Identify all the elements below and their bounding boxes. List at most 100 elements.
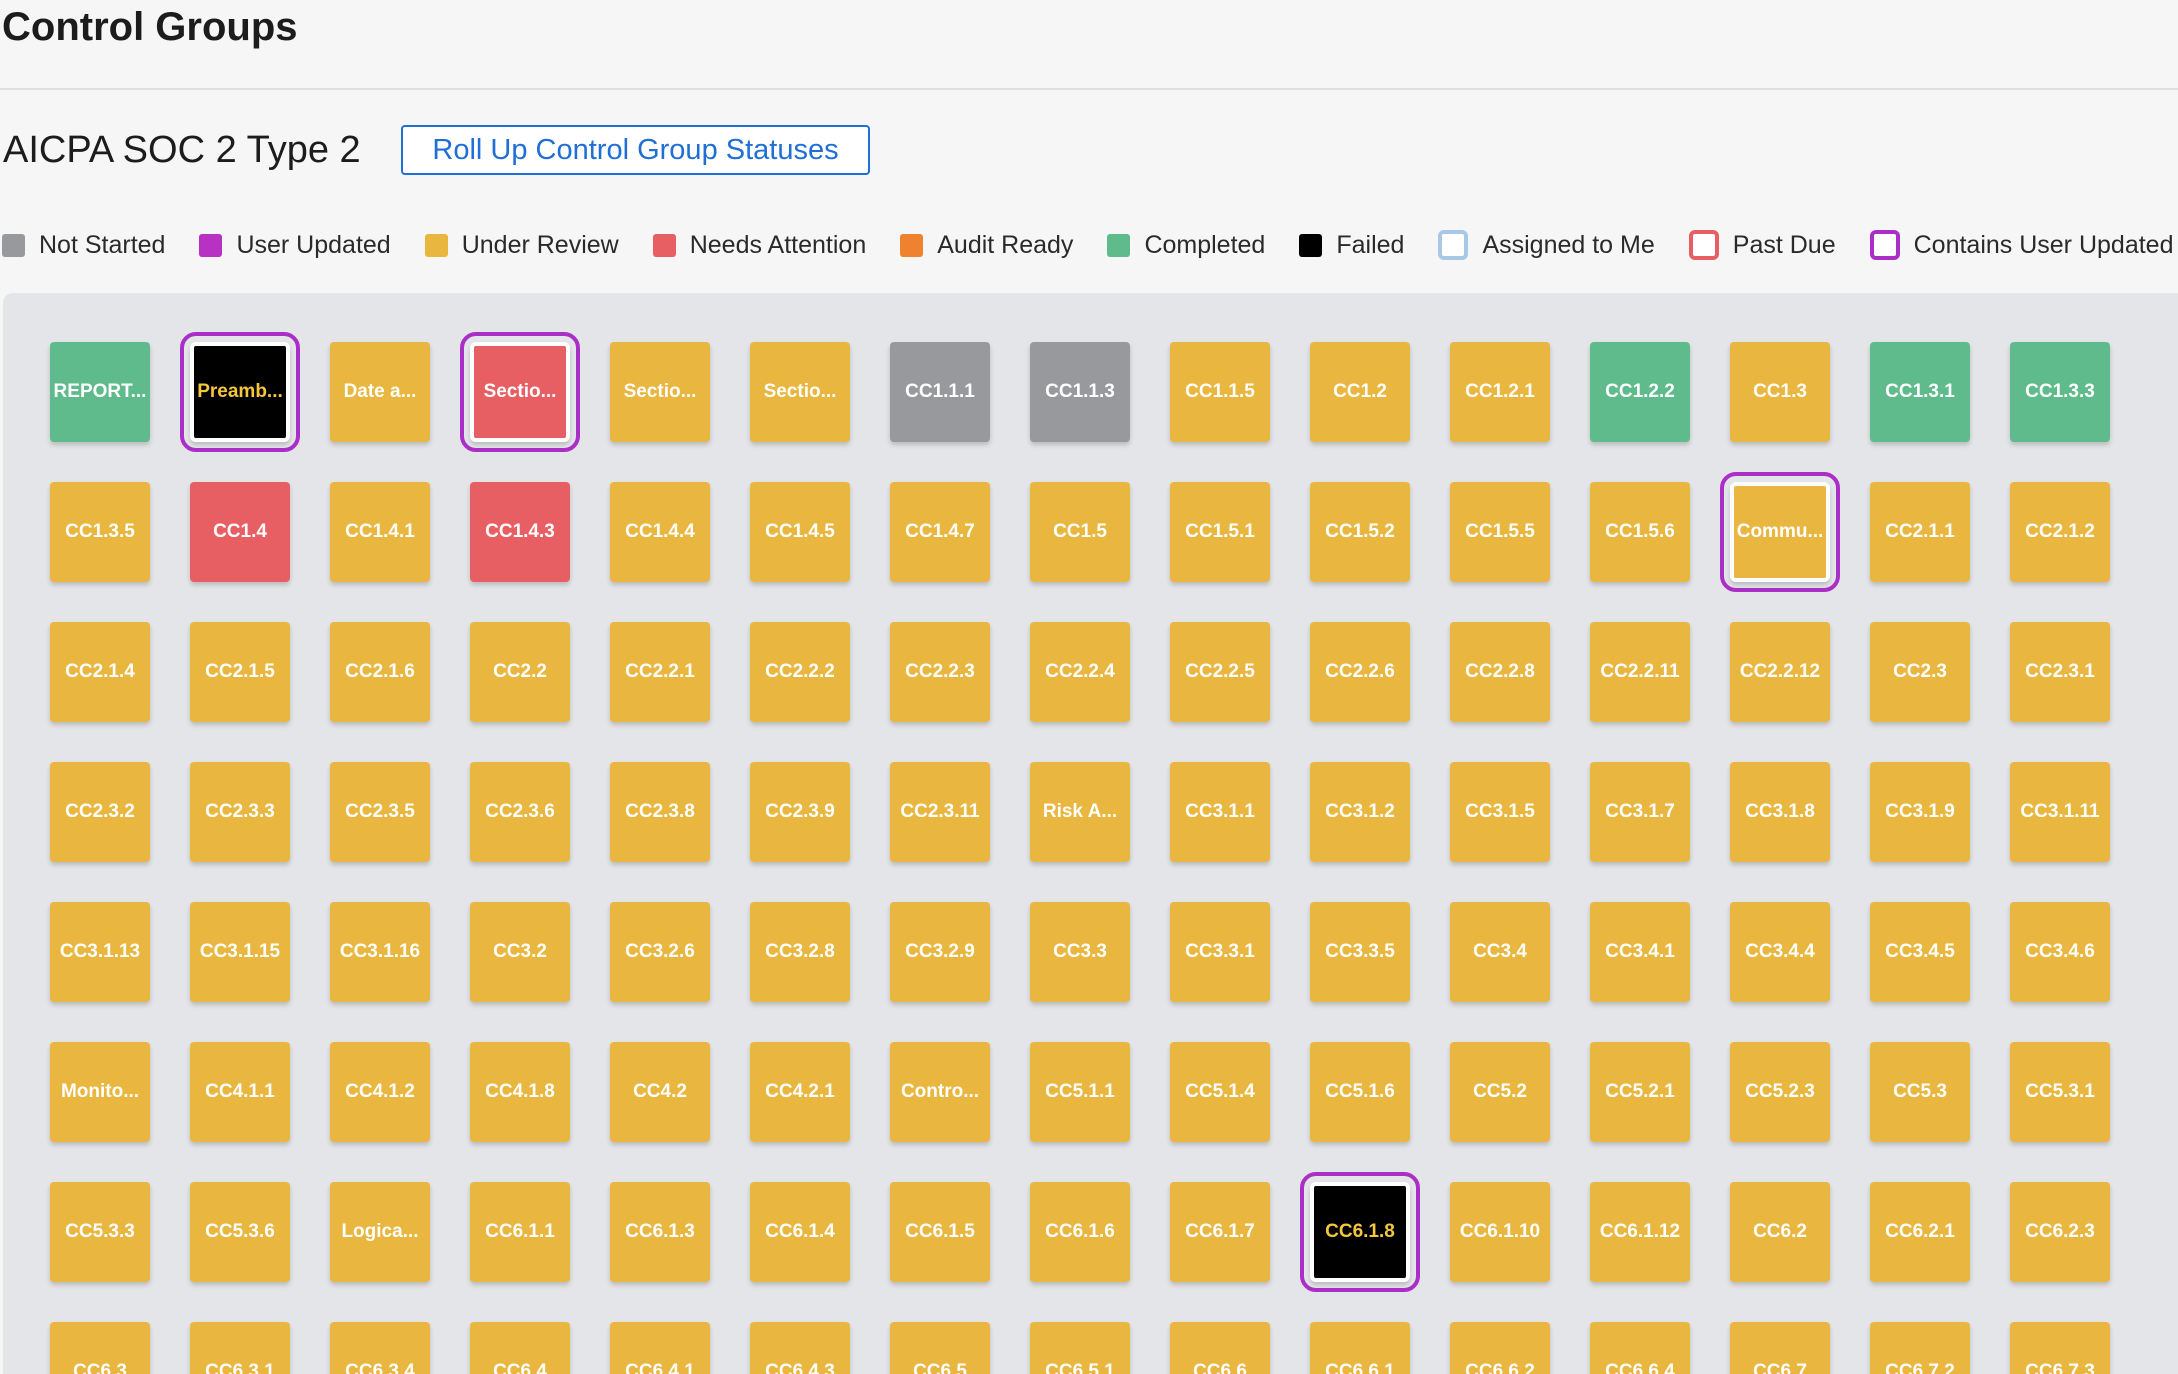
control-group-tile[interactable]: CC1.5.6 [1590,482,1690,582]
control-group-tile[interactable]: CC6.5.1 [1030,1322,1130,1374]
control-group-tile[interactable]: Contro... [890,1042,990,1142]
control-group-tile[interactable]: CC1.1.1 [890,342,990,442]
control-group-tile[interactable]: Preamb... [180,332,300,452]
control-group-tile[interactable]: CC6.1.8 [1300,1172,1420,1292]
control-group-tile[interactable]: CC6.6.2 [1450,1322,1550,1374]
control-group-tile[interactable]: CC3.1.9 [1870,762,1970,862]
control-group-tile[interactable]: CC2.2.6 [1310,622,1410,722]
control-group-tile[interactable]: CC6.1.1 [470,1182,570,1282]
control-group-tile[interactable]: CC6.1.5 [890,1182,990,1282]
control-group-tile[interactable]: CC1.4.7 [890,482,990,582]
control-group-tile[interactable]: REPORT... [50,342,150,442]
control-group-tile[interactable]: CC1.1.3 [1030,342,1130,442]
control-group-tile[interactable]: CC4.1.2 [330,1042,430,1142]
control-group-tile[interactable]: Commu... [1720,472,1840,592]
control-group-tile[interactable]: CC1.4.4 [610,482,710,582]
control-group-tile[interactable]: CC3.4.1 [1590,902,1690,1002]
control-group-tile[interactable]: CC3.1.8 [1730,762,1830,862]
control-group-tile[interactable]: CC2.3.1 [2010,622,2110,722]
control-group-tile[interactable]: CC6.3.1 [190,1322,290,1374]
control-group-tile[interactable]: CC5.3.3 [50,1182,150,1282]
control-group-tile[interactable]: CC2.2.8 [1450,622,1550,722]
roll-up-statuses-button[interactable]: Roll Up Control Group Statuses [401,125,870,175]
control-group-tile[interactable]: CC5.2.1 [1590,1042,1690,1142]
control-group-tile[interactable]: CC1.5 [1030,482,1130,582]
control-group-tile[interactable]: CC6.6 [1170,1322,1270,1374]
control-group-tile[interactable]: CC5.3.6 [190,1182,290,1282]
control-group-tile[interactable]: CC3.3.1 [1170,902,1270,1002]
control-group-tile[interactable]: CC1.3.3 [2010,342,2110,442]
control-group-tile[interactable]: CC2.2.4 [1030,622,1130,722]
control-group-tile[interactable]: CC6.5 [890,1322,990,1374]
control-group-tile[interactable]: CC2.1.5 [190,622,290,722]
control-group-tile[interactable]: CC1.4.1 [330,482,430,582]
control-group-tile[interactable]: CC6.1.7 [1170,1182,1270,1282]
control-group-tile[interactable]: CC6.4.3 [750,1322,850,1374]
control-group-tile[interactable]: CC2.3.9 [750,762,850,862]
control-group-tile[interactable]: CC3.4.6 [2010,902,2110,1002]
control-group-tile[interactable]: CC3.1.2 [1310,762,1410,862]
control-group-tile[interactable]: Monito... [50,1042,150,1142]
control-group-tile[interactable]: CC5.1.4 [1170,1042,1270,1142]
control-group-tile[interactable]: CC2.3 [1870,622,1970,722]
control-group-tile[interactable]: CC6.2.1 [1870,1182,1970,1282]
control-group-tile[interactable]: CC3.1.16 [330,902,430,1002]
control-group-tile[interactable]: CC1.4 [190,482,290,582]
control-group-tile[interactable]: CC5.1.1 [1030,1042,1130,1142]
control-group-tile[interactable]: CC3.4.5 [1870,902,1970,1002]
control-group-tile[interactable]: CC6.4.1 [610,1322,710,1374]
control-group-tile[interactable]: Sectio... [610,342,710,442]
control-group-tile[interactable]: CC5.3 [1870,1042,1970,1142]
control-group-tile[interactable]: CC2.2.2 [750,622,850,722]
control-group-tile[interactable]: CC6.1.10 [1450,1182,1550,1282]
control-group-tile[interactable]: CC5.1.6 [1310,1042,1410,1142]
control-group-tile[interactable]: CC2.2.1 [610,622,710,722]
control-group-tile[interactable]: CC1.4.5 [750,482,850,582]
control-group-tile[interactable]: CC1.5.5 [1450,482,1550,582]
control-group-tile[interactable]: CC1.4.3 [470,482,570,582]
control-group-tile[interactable]: CC3.1.13 [50,902,150,1002]
control-group-tile[interactable]: CC2.1.2 [2010,482,2110,582]
control-group-tile[interactable]: CC1.2.1 [1450,342,1550,442]
control-group-tile[interactable]: CC3.1.15 [190,902,290,1002]
control-group-tile[interactable]: CC1.5.2 [1310,482,1410,582]
control-group-tile[interactable]: CC3.2.6 [610,902,710,1002]
control-group-tile[interactable]: CC2.3.3 [190,762,290,862]
control-group-tile[interactable]: Date a... [330,342,430,442]
control-group-tile[interactable]: CC2.3.5 [330,762,430,862]
control-group-tile[interactable]: Logica... [330,1182,430,1282]
control-group-tile[interactable]: CC6.6.1 [1310,1322,1410,1374]
control-group-tile[interactable]: CC6.3.4 [330,1322,430,1374]
control-group-tile[interactable]: CC3.1.11 [2010,762,2110,862]
control-group-tile[interactable]: CC1.2 [1310,342,1410,442]
control-group-tile[interactable]: CC3.2.9 [890,902,990,1002]
control-group-tile[interactable]: CC2.2.12 [1730,622,1830,722]
control-group-tile[interactable]: CC2.3.8 [610,762,710,862]
control-group-tile[interactable]: CC3.4.4 [1730,902,1830,1002]
control-group-tile[interactable]: CC6.2 [1730,1182,1830,1282]
control-group-tile[interactable]: CC6.4 [470,1322,570,1374]
control-group-tile[interactable]: CC4.1.1 [190,1042,290,1142]
control-group-tile[interactable]: CC1.3.5 [50,482,150,582]
control-group-tile[interactable]: CC6.7.3 [2010,1322,2110,1374]
control-group-tile[interactable]: CC6.7.2 [1870,1322,1970,1374]
control-group-tile[interactable]: CC3.3 [1030,902,1130,1002]
control-group-tile[interactable]: CC2.1.6 [330,622,430,722]
control-group-tile[interactable]: Sectio... [460,332,580,452]
control-group-tile[interactable]: CC5.2.3 [1730,1042,1830,1142]
control-group-tile[interactable]: CC4.1.8 [470,1042,570,1142]
control-group-tile[interactable]: CC2.2.11 [1590,622,1690,722]
control-group-tile[interactable]: CC3.2 [470,902,570,1002]
control-group-tile[interactable]: CC6.1.3 [610,1182,710,1282]
control-group-tile[interactable]: CC6.2.3 [2010,1182,2110,1282]
control-group-tile[interactable]: CC2.2.3 [890,622,990,722]
control-group-tile[interactable]: CC5.2 [1450,1042,1550,1142]
control-group-tile[interactable]: Sectio... [750,342,850,442]
control-group-tile[interactable]: CC3.4 [1450,902,1550,1002]
control-group-tile[interactable]: CC6.1.4 [750,1182,850,1282]
control-group-tile[interactable]: CC2.3.6 [470,762,570,862]
control-group-tile[interactable]: Risk A... [1030,762,1130,862]
control-group-tile[interactable]: CC2.1.1 [1870,482,1970,582]
control-group-tile[interactable]: CC2.1.4 [50,622,150,722]
control-group-tile[interactable]: CC1.2.2 [1590,342,1690,442]
